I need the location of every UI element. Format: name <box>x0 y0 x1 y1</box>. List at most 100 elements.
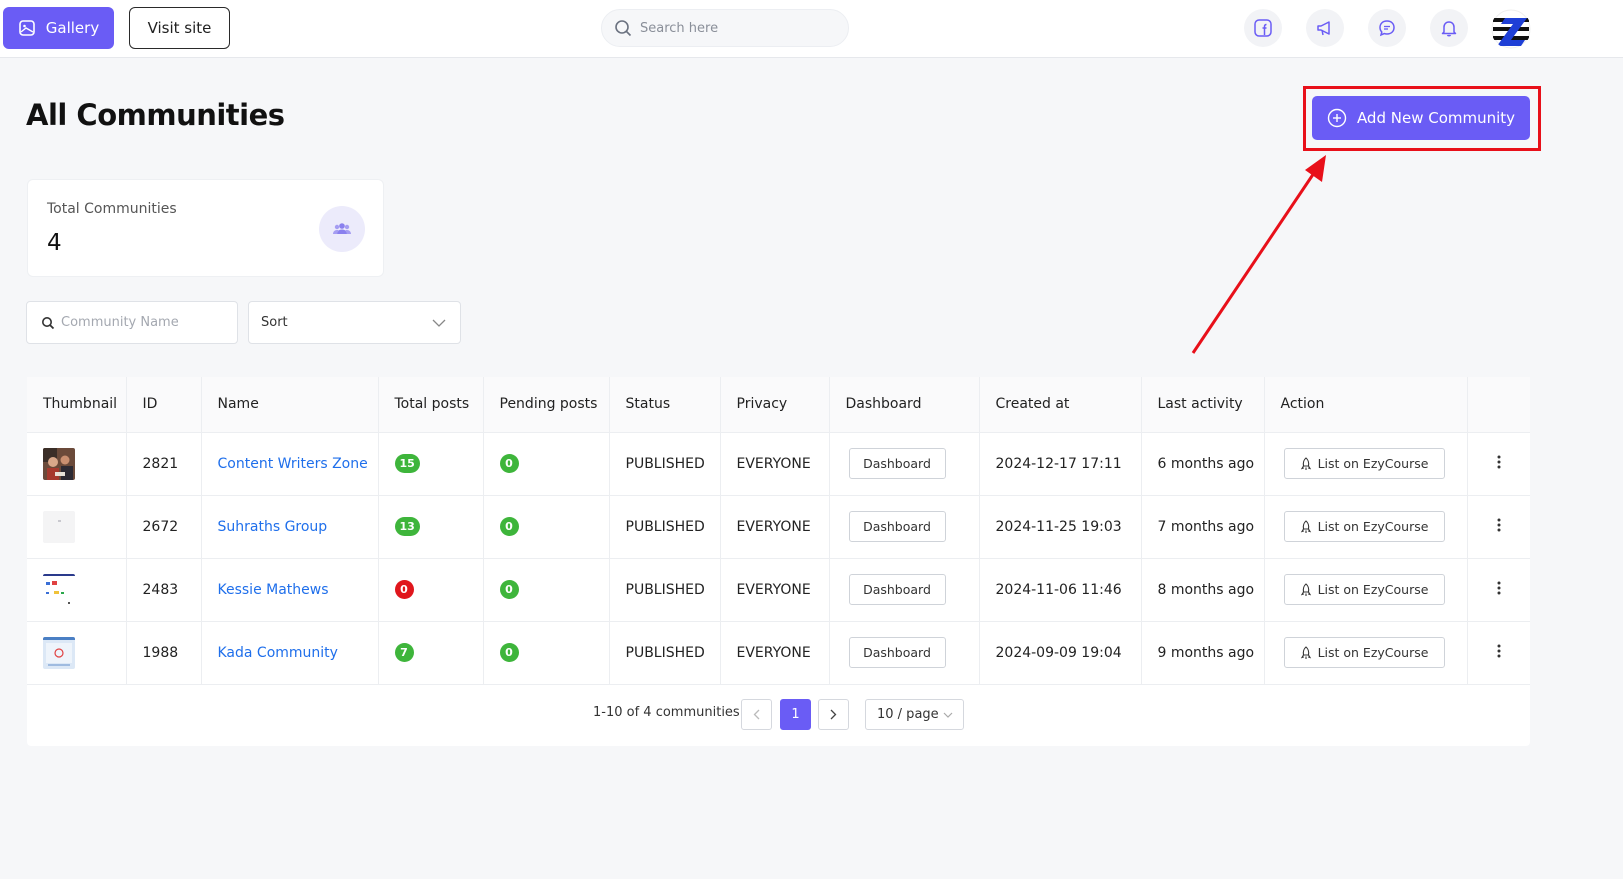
pending-posts-cell: 0 <box>483 495 610 559</box>
list-on-ezycourse-label: List on EzyCourse <box>1317 582 1429 597</box>
id-cell: 2821 <box>126 432 202 496</box>
list-on-ezycourse-button[interactable]: List on EzyCourse <box>1283 574 1445 605</box>
stats-label: Total Communities <box>47 201 177 217</box>
action-cell: List on EzyCourse <box>1264 495 1468 559</box>
total-posts-cell: 13 <box>378 495 484 559</box>
last-activity-cell: 6 months ago <box>1141 432 1265 496</box>
community-name-link[interactable]: Kessie Mathews <box>218 582 329 598</box>
more-vertical-icon[interactable] <box>1497 518 1501 532</box>
table-row: 2821 Content Writers Zone 15 0 PUBLISHED… <box>27 432 1530 496</box>
facebook-icon <box>1254 19 1272 37</box>
add-new-community-label: Add New Community <box>1356 109 1516 127</box>
chevron-left-icon <box>753 709 760 720</box>
last-activity-cell: 8 months ago <box>1141 558 1265 622</box>
name-cell: Content Writers Zone <box>201 432 379 496</box>
thumbnail-cell <box>27 432 127 496</box>
dashboard-button[interactable]: Dashboard <box>848 637 946 668</box>
thumbnail-cell <box>27 621 127 685</box>
list-on-ezycourse-button[interactable]: List on EzyCourse <box>1283 637 1445 668</box>
created-at-cell: 2024-11-06 11:46 <box>979 558 1142 622</box>
communities-table: Thumbnail ID Name Total posts Pending po… <box>27 377 1530 746</box>
pending-posts-badge: 0 <box>499 517 519 536</box>
privacy-cell: EVERYONE <box>720 495 830 559</box>
page-size-select[interactable]: 10 / page <box>865 699 964 730</box>
next-page-button[interactable] <box>818 699 849 730</box>
search-icon <box>42 316 55 329</box>
notifications-button[interactable] <box>1430 9 1468 47</box>
created-at-cell: 2024-09-09 19:04 <box>979 621 1142 685</box>
total-communities-card: Total Communities 4 <box>27 179 384 277</box>
community-name-link[interactable]: Suhraths Group <box>218 519 328 535</box>
rocket-icon <box>1300 519 1311 533</box>
more-options-cell <box>1467 621 1530 685</box>
stats-value: 4 <box>47 230 62 256</box>
visit-site-label: Visit site <box>147 19 212 37</box>
pending-posts-badge: 0 <box>499 454 519 473</box>
dashboard-button[interactable]: Dashboard <box>848 574 946 605</box>
gallery-button[interactable]: Gallery <box>3 7 114 49</box>
dashboard-button[interactable]: Dashboard <box>848 448 946 479</box>
dashboard-cell: Dashboard <box>829 432 980 496</box>
brand-logo-icon <box>1491 9 1531 49</box>
community-thumbnail[interactable] <box>43 510 75 543</box>
gallery-icon <box>18 20 35 36</box>
announcements-button[interactable] <box>1306 9 1344 47</box>
community-name-input[interactable] <box>61 315 231 330</box>
messages-button[interactable] <box>1368 9 1406 47</box>
community-thumbnail[interactable] <box>43 573 75 606</box>
plus-circle-icon <box>1327 108 1347 128</box>
search-bar <box>601 9 849 47</box>
list-on-ezycourse-button[interactable]: List on EzyCourse <box>1283 511 1445 542</box>
pending-posts-cell: 0 <box>483 558 610 622</box>
column-header: ID <box>126 377 202 433</box>
rocket-icon <box>1300 582 1311 596</box>
community-name-link[interactable]: Content Writers Zone <box>218 456 368 472</box>
name-cell: Kada Community <box>201 621 379 685</box>
column-header: Pending posts <box>483 377 610 433</box>
list-on-ezycourse-button[interactable]: List on EzyCourse <box>1283 448 1445 479</box>
add-new-community-button[interactable]: Add New Community <box>1312 96 1530 140</box>
name-cell: Suhraths Group <box>201 495 379 559</box>
status-cell: PUBLISHED <box>609 621 721 685</box>
user-avatar[interactable] <box>1491 9 1531 49</box>
community-thumbnail[interactable] <box>43 636 75 669</box>
more-vertical-icon[interactable] <box>1497 581 1501 595</box>
rocket-icon <box>1300 645 1311 659</box>
facebook-button[interactable] <box>1244 9 1282 47</box>
action-cell: List on EzyCourse <box>1264 558 1468 622</box>
visit-site-button[interactable]: Visit site <box>129 7 230 49</box>
more-vertical-icon[interactable] <box>1497 644 1501 658</box>
search-input[interactable] <box>640 20 830 36</box>
thumbnail-cell <box>27 558 127 622</box>
pending-posts-cell: 0 <box>483 621 610 685</box>
bell-icon <box>1441 21 1457 37</box>
megaphone-icon <box>1317 21 1330 36</box>
total-posts-badge: 13 <box>394 517 420 536</box>
total-posts-cell: 0 <box>378 558 484 622</box>
community-thumbnail[interactable] <box>43 447 75 480</box>
pagination-summary: 1-10 of 4 communities <box>593 705 740 720</box>
sort-select[interactable]: Sort <box>248 301 461 344</box>
dashboard-button[interactable]: Dashboard <box>848 511 946 542</box>
prev-page-button[interactable] <box>741 699 772 730</box>
last-activity-cell: 7 months ago <box>1141 495 1265 559</box>
community-name-link[interactable]: Kada Community <box>218 645 338 661</box>
id-cell: 2483 <box>126 558 202 622</box>
total-posts-cell: 7 <box>378 621 484 685</box>
column-header: Last activity <box>1141 377 1265 433</box>
table-row: 1988 Kada Community 7 0 PUBLISHED EVERYO… <box>27 621 1530 685</box>
created-at-cell: 2024-11-25 19:03 <box>979 495 1142 559</box>
more-options-cell <box>1467 495 1530 559</box>
action-cell: List on EzyCourse <box>1264 621 1468 685</box>
page-button-current[interactable]: 1 <box>780 699 811 730</box>
column-header-more <box>1467 377 1530 433</box>
total-posts-badge: 0 <box>394 580 414 599</box>
column-header: Status <box>609 377 721 433</box>
more-vertical-icon[interactable] <box>1497 455 1501 469</box>
status-cell: PUBLISHED <box>609 558 721 622</box>
list-on-ezycourse-label: List on EzyCourse <box>1317 519 1429 534</box>
sort-label: Sort <box>261 315 288 330</box>
more-options-cell <box>1467 558 1530 622</box>
last-activity-cell: 9 months ago <box>1141 621 1265 685</box>
more-options-cell <box>1467 432 1530 496</box>
